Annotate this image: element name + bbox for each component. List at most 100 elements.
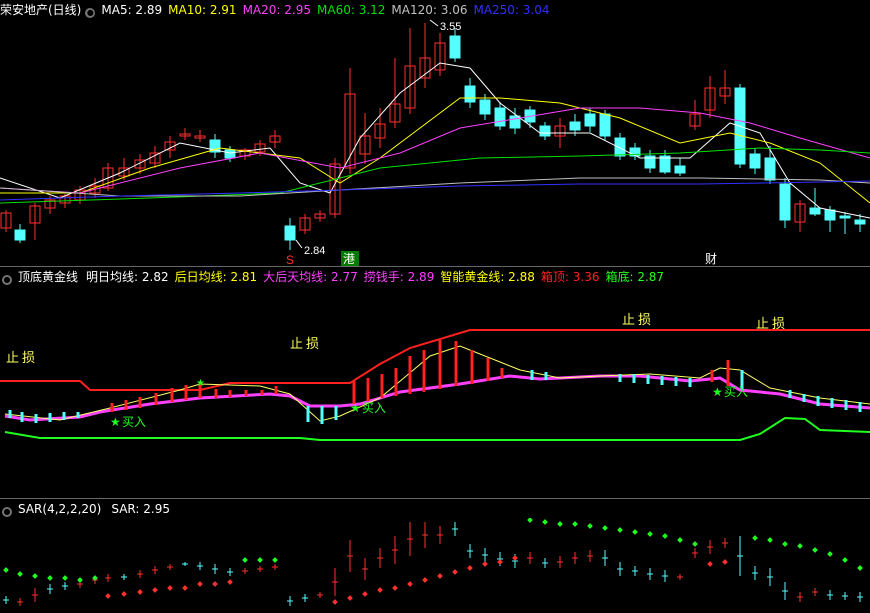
buy-star-icon-0: ★ — [110, 415, 121, 429]
smart-gold-line — [4, 345, 870, 422]
indicator-legend: 明日均线: 2.82 后日均线: 2.81 大后天均线: 2.77 捞钱手: 2.89… — [86, 270, 670, 284]
indicator-label-2: 大后天均线: 2.77 — [263, 270, 358, 284]
candle-body-15 — [224, 149, 236, 159]
sar-dot-22 — [377, 587, 383, 593]
sar-dot-43 — [692, 541, 698, 547]
ma250-line — [0, 180, 870, 201]
sar-dot-16 — [242, 557, 248, 563]
ma-label-2: MA20: 2.95 — [242, 3, 311, 17]
sar-dot-45 — [722, 559, 728, 565]
sar-dot-30 — [497, 559, 503, 565]
sar-dot-4 — [62, 575, 68, 581]
sar-dot-12 — [182, 585, 188, 591]
stop-loss-label-3: 止损 — [756, 317, 788, 332]
stop-loss-label-0: 止损 — [6, 351, 38, 366]
gang-mark: 港 — [343, 252, 355, 266]
stock-title[interactable]: 荣安地产(日线) — [0, 3, 81, 17]
sar-dot-51 — [827, 551, 833, 557]
settings-dot-icon[interactable]: ● — [85, 8, 96, 18]
low-price-label: 2.84 — [304, 245, 325, 257]
sar-dot-7 — [105, 593, 111, 599]
indicator-label-5: 箱顶: 3.36 — [540, 270, 600, 284]
candle-body-31 — [464, 85, 476, 103]
indicator-label-0: 明日均线: 2.82 — [86, 270, 169, 284]
sar-dot-24 — [407, 581, 413, 587]
candle-body-30 — [449, 35, 461, 59]
candle-body-45 — [674, 165, 686, 174]
box-top-line — [0, 329, 870, 391]
candle-body-36 — [539, 125, 551, 137]
ma-label-4: MA120: 3.06 — [391, 3, 468, 17]
sar-dot-5 — [77, 577, 83, 583]
sar-dot-14 — [212, 581, 218, 587]
gold-line-indicator-chart[interactable]: 止损止损止损 止损★ 买入★ 买入★ 买入★ — [0, 286, 870, 498]
ma-label-3: MA60: 3.12 — [317, 3, 386, 17]
ma-label-0: MA5: 2.89 — [101, 3, 163, 17]
sar-dot-31 — [512, 555, 518, 561]
candle-body-19 — [284, 225, 296, 241]
sar-value: SAR: 2.95 — [111, 502, 170, 516]
sar-dot-53 — [857, 565, 863, 571]
sar-settings-icon[interactable]: ● — [2, 507, 12, 517]
sar-dot-18 — [272, 557, 278, 563]
sar-dot-2 — [32, 573, 38, 579]
sar-dot-41 — [662, 533, 668, 539]
candle-body-56 — [839, 215, 851, 219]
candle-body-33 — [494, 107, 506, 127]
indicator-label-6: 箱底: 2.87 — [605, 270, 665, 284]
sar-dot-13 — [197, 581, 203, 587]
ma-legend: MA5: 2.89 MA10: 2.91 MA20: 2.95 MA60: 3.12 M… — [101, 3, 555, 17]
high-pointer — [429, 19, 439, 27]
sar-chart[interactable] — [0, 518, 870, 613]
candle-body-40 — [599, 113, 611, 137]
sar-dot-29 — [482, 561, 488, 567]
sar-dot-23 — [392, 585, 398, 591]
candle-body-1 — [14, 229, 26, 241]
sar-dot-52 — [842, 557, 848, 563]
candle-body-32 — [479, 99, 491, 115]
indicator-label-3: 捞钱手: 2.89 — [363, 270, 435, 284]
candle-body-52 — [779, 183, 791, 221]
indicator-label-1: 后日均线: 2.81 — [174, 270, 258, 284]
sar-dot-9 — [137, 589, 143, 595]
sar-dot-0 — [3, 567, 9, 573]
s-mark: S — [286, 253, 294, 266]
sar-dot-40 — [647, 531, 653, 537]
high-price-label: 3.55 — [440, 21, 461, 33]
candle-body-51 — [764, 157, 776, 181]
low-pointer — [295, 239, 303, 249]
sar-dot-27 — [452, 569, 458, 575]
candle-body-54 — [809, 207, 821, 215]
sar-dot-47 — [767, 537, 773, 543]
sar-dot-26 — [437, 573, 443, 579]
sar-dot-50 — [812, 547, 818, 553]
ma-label-5: MA250: 3.04 — [473, 3, 550, 17]
sar-dot-38 — [617, 527, 623, 533]
candle-body-38 — [569, 121, 581, 131]
top-star-icon: ★ — [196, 378, 205, 389]
sar-dot-17 — [257, 557, 263, 563]
sar-dot-44 — [707, 561, 713, 567]
candlestick-chart[interactable]: 3.55 2.84 S 港 财 — [0, 18, 870, 266]
sar-dot-46 — [752, 535, 758, 541]
candle-body-41 — [614, 137, 626, 157]
sar-dot-21 — [362, 591, 368, 597]
buy-label-0: 买入 — [122, 415, 146, 429]
candle-body-39 — [584, 113, 596, 127]
stop-loss-label-2: 止损 — [622, 313, 654, 328]
ma-label-1: MA10: 2.91 — [168, 3, 237, 17]
indicator-settings-icon[interactable]: ● — [2, 275, 12, 285]
indicator-header: ● 顶底黄金线 明日均线: 2.82 后日均线: 2.81 大后天均线: 2.77 捞钱手… — [0, 268, 676, 286]
buy-label-1: 买入 — [362, 401, 386, 415]
sar-dot-39 — [632, 529, 638, 535]
sar-header: ● SAR(4,2,2,20) SAR: 2.95 — [0, 500, 176, 518]
sar-dot-37 — [602, 525, 608, 531]
main-chart-header: 荣安地产(日线) ● MA5: 2.89 MA10: 2.91 MA20: 2.95 MA… — [0, 1, 562, 19]
candle-body-50 — [749, 153, 761, 169]
candle-body-57 — [854, 219, 866, 225]
sar-dot-32 — [527, 518, 533, 523]
sar-title[interactable]: SAR(4,2,2,20) — [18, 502, 101, 516]
sar-dot-10 — [152, 587, 158, 593]
sar-dot-49 — [797, 543, 803, 549]
indicator-title[interactable]: 顶底黄金线 — [18, 270, 78, 284]
